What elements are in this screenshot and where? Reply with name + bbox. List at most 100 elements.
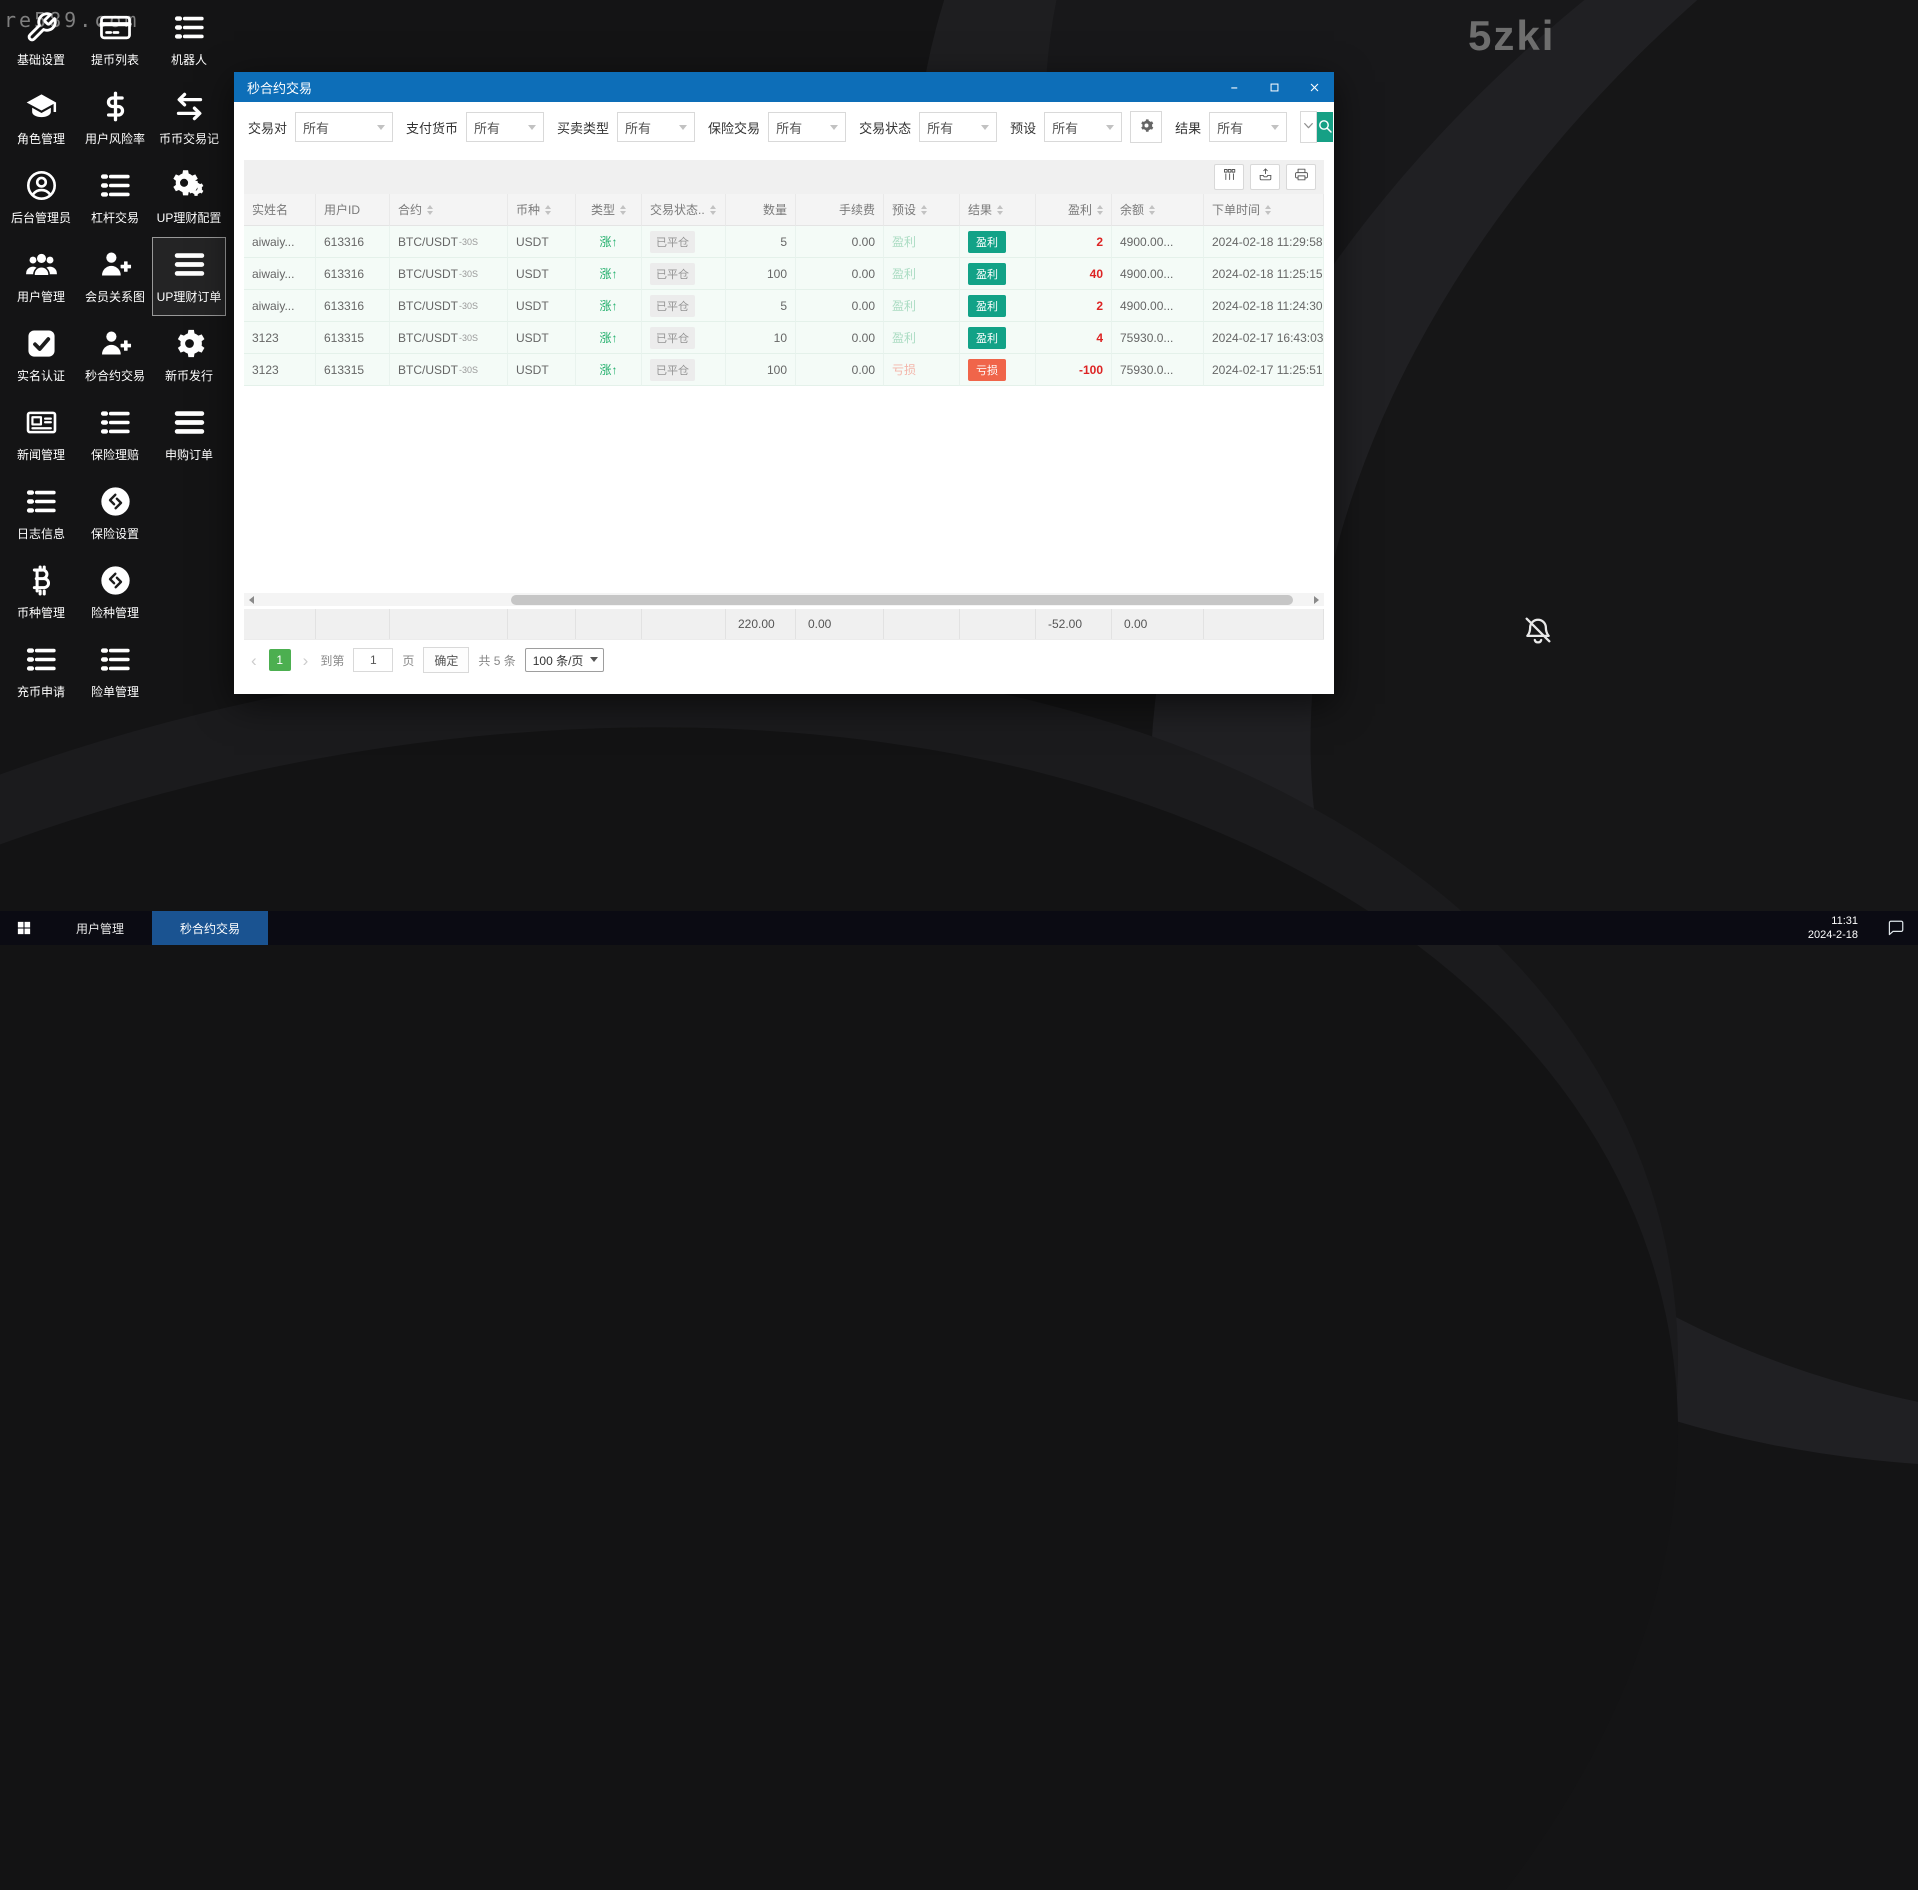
menu-icon	[173, 248, 206, 281]
filter-label: 交易状态	[859, 120, 912, 136]
desktop-icon-24[interactable]: 充币申请	[4, 632, 78, 711]
desktop-icon-18[interactable]: 日志信息	[4, 474, 78, 553]
desktop-icon-5[interactable]: 币币交易记	[152, 79, 226, 158]
col-header-coin[interactable]: 币种	[508, 194, 576, 226]
desktop-icon-19[interactable]: 保险设置	[78, 474, 152, 553]
filter-value: 所有	[625, 120, 652, 136]
export-icon	[1258, 167, 1273, 187]
desktop-icon-11[interactable]: UP理财订单	[152, 237, 226, 316]
col-header-status[interactable]: 交易状态..	[642, 194, 726, 226]
type-up-label: 涨↑	[599, 363, 618, 377]
start-button[interactable]	[0, 911, 48, 945]
desktop-icon-4[interactable]: 用户风险率	[78, 79, 152, 158]
scroll-left-arrow[interactable]	[244, 593, 259, 606]
print-button[interactable]	[1286, 164, 1316, 190]
cell-value: 100	[766, 266, 787, 281]
filter-select-6[interactable]: 所有	[1209, 112, 1288, 142]
desktop-icon-14[interactable]: 新币发行	[152, 316, 226, 395]
summary-empty-cell	[390, 609, 508, 639]
cell-contract: BTC/USDT -30S	[390, 322, 508, 354]
cell-status: 已平仓	[642, 226, 726, 258]
current-page-button[interactable]: 1	[268, 649, 291, 671]
sort-icon	[1097, 204, 1103, 215]
desktop-icon-13[interactable]: 秒合约交易	[78, 316, 152, 395]
col-header-time[interactable]: 下单时间	[1204, 194, 1324, 226]
filter-select-4[interactable]: 所有	[919, 112, 998, 142]
desktop-icon-label: 保险设置	[90, 527, 139, 541]
desktop-icon-22[interactable]: 险种管理	[78, 553, 152, 632]
col-header-profit[interactable]: 盈利	[1036, 194, 1112, 226]
col-header-contract[interactable]: 合约	[390, 194, 508, 226]
desktop-icon-10[interactable]: 会员关系图	[78, 237, 152, 316]
preset-settings-button[interactable]	[1130, 111, 1163, 143]
desktop-icon-0[interactable]: 基础设置	[4, 0, 78, 79]
cell-balance: 75930.0...	[1112, 354, 1204, 386]
search-button[interactable]	[1317, 112, 1334, 142]
cell-value: 2024-02-17 16:43:03	[1212, 330, 1324, 345]
per-page-select[interactable]: 100 条/页	[524, 648, 605, 672]
taskbar-item-1[interactable]: 秒合约交易	[152, 911, 269, 945]
filter-select-0[interactable]: 所有	[295, 112, 394, 142]
cell-coin: USDT	[508, 258, 576, 290]
cell-type: 涨↑	[576, 226, 642, 258]
prev-page-button[interactable]: ‹	[248, 652, 260, 669]
desktop-icon-17[interactable]: 申购订单	[152, 395, 226, 474]
table-row[interactable]: aiwaiy... 613316 BTC/USDT -30S USDT 涨↑ 已平仓 100 0…	[244, 258, 1324, 290]
desktop-icon-8[interactable]: UP理财配置	[152, 158, 226, 237]
cell-balance: 75930.0...	[1112, 322, 1204, 354]
desktop-icon-21[interactable]: 币种管理	[4, 553, 78, 632]
result-badge: 盈利	[968, 294, 1006, 317]
close-button[interactable]	[1294, 72, 1334, 102]
contract-period: -30S	[459, 332, 479, 343]
table-row[interactable]: 3123 613315 BTC/USDT -30S USDT 涨↑ 已平仓 10 0.00 盈利 盈…	[244, 322, 1324, 354]
col-header-type[interactable]: 类型	[576, 194, 642, 226]
export-button[interactable]	[1250, 164, 1280, 190]
desktop-icon-1[interactable]: 提币列表	[78, 0, 152, 79]
page-unit-label: 页	[402, 653, 415, 668]
expand-filters-button[interactable]	[1300, 111, 1318, 143]
filter-label: 交易对	[248, 120, 288, 136]
minimize-button[interactable]	[1214, 72, 1254, 102]
cell-contract: BTC/USDT -30S	[390, 290, 508, 322]
goto-page-input[interactable]	[353, 648, 394, 672]
cell-profit: 40	[1036, 258, 1112, 290]
desktop-icon-2[interactable]: 机器人	[152, 0, 226, 79]
profit-value: 4	[1096, 330, 1103, 345]
cell-name: aiwaiy...	[244, 258, 316, 290]
maximize-button[interactable]	[1254, 72, 1294, 102]
filter-select-2[interactable]: 所有	[617, 112, 696, 142]
filter-select-5[interactable]: 所有	[1044, 112, 1123, 142]
col-header-balance[interactable]: 余额	[1112, 194, 1204, 226]
filter-select-1[interactable]: 所有	[466, 112, 545, 142]
columns-button[interactable]	[1214, 164, 1244, 190]
next-page-button[interactable]: ›	[300, 652, 312, 669]
status-badge: 已平仓	[650, 262, 695, 285]
desktop-icon-3[interactable]: 角色管理	[4, 79, 78, 158]
desktop-icon-9[interactable]: 用户管理	[4, 237, 78, 316]
cell-balance: 4900.00...	[1112, 290, 1204, 322]
desktop-icon-16[interactable]: 保险理赔	[78, 395, 152, 474]
col-header-label: 手续费	[838, 203, 875, 217]
scrollbar-thumb[interactable]	[511, 594, 1294, 605]
desktop-icon-7[interactable]: 杠杆交易	[78, 158, 152, 237]
filter-select-3[interactable]: 所有	[768, 112, 847, 142]
confirm-button[interactable]: 确定	[423, 647, 470, 673]
cell-result: 盈利	[960, 322, 1036, 354]
desktop-icon-6[interactable]: 后台管理员	[4, 158, 78, 237]
print-icon	[1294, 167, 1309, 187]
bell-slash-icon[interactable]	[1522, 614, 1554, 646]
col-header-uid: 用户ID	[316, 194, 390, 226]
col-header-preset[interactable]: 预设	[884, 194, 960, 226]
gears-icon	[172, 169, 206, 202]
taskbar-item-0[interactable]: 用户管理	[48, 911, 152, 945]
desktop-icon-12[interactable]: 实名认证	[4, 316, 78, 395]
scroll-right-arrow[interactable]	[1309, 593, 1324, 606]
desktop-icon-25[interactable]: 险单管理	[78, 632, 152, 711]
table-row[interactable]: aiwaiy... 613316 BTC/USDT -30S USDT 涨↑ 已平仓 5 0.0…	[244, 226, 1324, 258]
chat-icon[interactable]	[1874, 911, 1918, 945]
swap-arrows-icon	[173, 90, 206, 123]
col-header-result[interactable]: 结果	[960, 194, 1036, 226]
table-row[interactable]: aiwaiy... 613316 BTC/USDT -30S USDT 涨↑ 已平仓 5 0.0…	[244, 290, 1324, 322]
table-row[interactable]: 3123 613315 BTC/USDT -30S USDT 涨↑ 已平仓 100 0.00 亏损…	[244, 354, 1324, 386]
desktop-icon-15[interactable]: 新闻管理	[4, 395, 78, 474]
